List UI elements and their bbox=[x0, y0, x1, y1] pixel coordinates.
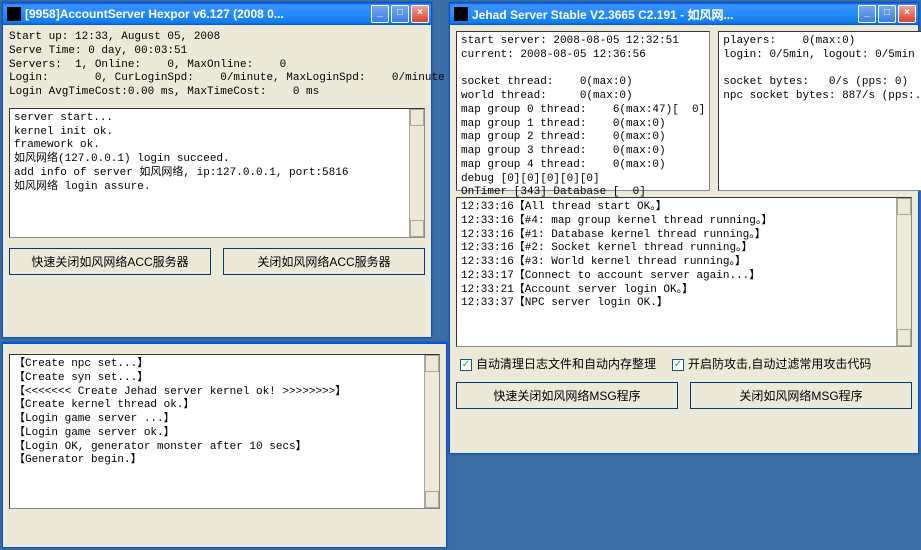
app-icon bbox=[454, 7, 468, 21]
close-button[interactable]: × bbox=[898, 5, 916, 23]
minimize-button[interactable]: _ bbox=[371, 5, 389, 23]
close-acc-button[interactable]: 关闭如风网络ACC服务器 bbox=[223, 248, 425, 275]
scrollbar[interactable] bbox=[424, 355, 439, 508]
kernel-log-window: 【Create npc set...】 【Create syn set...】 … bbox=[2, 342, 447, 548]
close-button[interactable]: × bbox=[411, 5, 429, 23]
window-title: Jehad Server Stable V2.3665 C2.191 - 如风网… bbox=[472, 6, 858, 23]
scrollbar[interactable] bbox=[409, 109, 424, 237]
titlebar[interactable]: Jehad Server Stable V2.3665 C2.191 - 如风网… bbox=[450, 3, 918, 25]
maximize-button[interactable]: □ bbox=[878, 5, 896, 23]
defense-checkbox[interactable]: ✓开启防攻击,自动过滤常用攻击代码 bbox=[672, 357, 871, 372]
account-server-window: [9958]AccountServer Hexpor v6.127 (2008 … bbox=[2, 2, 432, 338]
server-stats: Start up: 12:33, August 05, 2008 Serve T… bbox=[9, 31, 425, 100]
scrollbar[interactable] bbox=[896, 198, 911, 346]
titlebar[interactable]: [9958]AccountServer Hexpor v6.127 (2008 … bbox=[3, 3, 431, 25]
quick-close-acc-button[interactable]: 快速关闭如风网络ACC服务器 bbox=[9, 248, 211, 275]
quick-close-msg-button[interactable]: 快速关闭如风网络MSG程序 bbox=[456, 382, 678, 409]
maximize-button[interactable]: □ bbox=[391, 5, 409, 23]
close-msg-button[interactable]: 关闭如风网络MSG程序 bbox=[690, 382, 912, 409]
log-output[interactable]: server start... kernel init ok. framewor… bbox=[9, 108, 425, 238]
auto-clean-checkbox[interactable]: ✓自动清理日志文件和自动内存整理 bbox=[460, 357, 656, 372]
log-output[interactable]: 12:33:16【All thread start OK。】 12:33:16【… bbox=[456, 197, 912, 347]
check-icon: ✓ bbox=[460, 359, 472, 371]
check-icon: ✓ bbox=[672, 359, 684, 371]
server-stats-right: players: 0(max:0) login: 0/5min, logout:… bbox=[718, 31, 921, 191]
kernel-log-output[interactable]: 【Create npc set...】 【Create syn set...】 … bbox=[9, 354, 440, 509]
server-stats-left: start server: 2008-08-05 12:32:51 curren… bbox=[456, 31, 710, 191]
app-icon bbox=[7, 7, 21, 21]
jehad-server-window: Jehad Server Stable V2.3665 C2.191 - 如风网… bbox=[449, 2, 919, 454]
window-title: [9958]AccountServer Hexpor v6.127 (2008 … bbox=[25, 7, 371, 21]
minimize-button[interactable]: _ bbox=[858, 5, 876, 23]
